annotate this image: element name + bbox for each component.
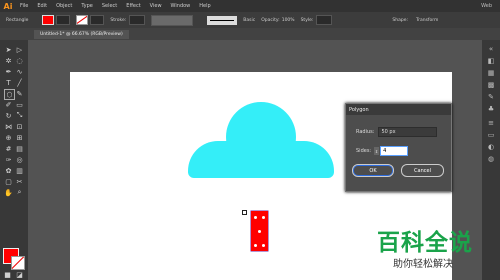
sides-label: Sides: xyxy=(356,148,372,154)
stroke-swatch[interactable] xyxy=(11,256,25,270)
sides-stepper[interactable]: ⇕ xyxy=(374,147,380,155)
polygon-dialog: Polygon Radius: 50 px Sides: ⇕ 4 OK Canc… xyxy=(345,103,452,192)
perspective-grid-icon[interactable]: ⊞ xyxy=(15,133,24,142)
stroke-style[interactable]: Basic xyxy=(243,18,255,23)
rotate-tool-icon[interactable]: ↻ xyxy=(4,111,13,120)
stroke-dropdown[interactable] xyxy=(90,15,105,25)
stroke-panel-icon[interactable]: ≡ xyxy=(486,118,496,127)
direct-selection-tool-icon[interactable]: ▷ xyxy=(15,45,24,54)
free-transform-icon[interactable]: ⊡ xyxy=(15,122,24,131)
menu-select[interactable]: Select xyxy=(102,3,117,9)
style-label: Style: xyxy=(300,17,314,23)
ok-button[interactable]: OK xyxy=(352,164,394,177)
menu-object[interactable]: Object xyxy=(56,3,72,9)
blend-tool-icon[interactable]: ◎ xyxy=(15,155,24,164)
menu-effect[interactable]: Effect xyxy=(126,3,140,9)
tool-name: Rectangle xyxy=(6,17,29,23)
graph-tool-icon[interactable]: ▥ xyxy=(15,166,24,175)
stroke-color-swatch[interactable] xyxy=(76,15,89,25)
transparency-panel-icon[interactable]: ◐ xyxy=(486,142,496,151)
slice-tool-icon[interactable]: ✂ xyxy=(15,177,24,186)
draw-mode-icon[interactable]: ◪ xyxy=(15,270,24,279)
radius-label: Radius: xyxy=(356,129,375,135)
stroke-weight-field[interactable] xyxy=(129,15,146,25)
stroke-label: Stroke: xyxy=(110,17,127,23)
anchor-point[interactable] xyxy=(254,244,257,247)
bounding-box-handle[interactable] xyxy=(242,210,247,215)
menu-type[interactable]: Type xyxy=(81,3,92,9)
selection-tool-icon[interactable]: ➤ xyxy=(4,45,13,54)
zoom-tool-icon[interactable]: ⌕ xyxy=(15,188,24,197)
hand-tool-icon[interactable]: ✋ xyxy=(4,188,13,197)
anchor-point[interactable] xyxy=(262,216,265,219)
fill-color-swatch[interactable] xyxy=(42,15,55,25)
document-tab-bar: Untitled-1* @ 66.67% (RGB/Preview) xyxy=(0,28,500,40)
shaper-tool-icon[interactable]: ✐ xyxy=(4,100,13,109)
watermark-logo-text: 百科全说 xyxy=(377,230,473,256)
brush-definition[interactable] xyxy=(207,15,238,25)
eraser-tool-icon[interactable]: ▭ xyxy=(15,100,24,109)
gradient-tool-icon[interactable]: ▤ xyxy=(15,144,24,153)
width-tool-icon[interactable]: ⋈ xyxy=(4,122,13,131)
symbols-panel-icon[interactable]: ♣ xyxy=(486,104,496,113)
radius-field[interactable]: 50 px xyxy=(378,127,438,137)
lasso-tool-icon[interactable]: ◌ xyxy=(15,56,24,65)
gradient-panel-icon[interactable]: ▭ xyxy=(486,130,496,139)
sides-field[interactable]: 4 xyxy=(380,146,409,156)
symbol-sprayer-icon[interactable]: ✿ xyxy=(4,166,13,175)
dialog-title: Polygon xyxy=(346,104,451,115)
workspace-switcher[interactable]: Web xyxy=(481,3,492,9)
cloud-shape-base[interactable] xyxy=(188,141,334,178)
swatches-panel-icon[interactable]: ▩ xyxy=(486,80,496,89)
pen-tool-icon[interactable]: ✒ xyxy=(4,67,13,76)
menu-help[interactable]: Help xyxy=(199,3,210,9)
scale-tool-icon[interactable]: ⤡ xyxy=(15,111,24,120)
tools-panel: ➤ ▷ ✲ ◌ ✒ ∿ T ╱ ⬡ ✎ ✐ ▭ ↻ ⤡ ⋈ ⊡ ⊕ ⊞ # ▤ … xyxy=(0,40,28,280)
menu-file[interactable]: File xyxy=(20,3,28,9)
anchor-point[interactable] xyxy=(262,244,265,247)
mesh-tool-icon[interactable]: # xyxy=(4,144,13,153)
right-panel-dock: « ◧ ▦ ▩ ✎ ♣ ≡ ▭ ◐ ◍ xyxy=(482,40,500,280)
center-point[interactable] xyxy=(258,230,261,233)
control-bar: Rectangle Stroke: Basic Opacity: 100% St… xyxy=(0,12,500,28)
curvature-tool-icon[interactable]: ∿ xyxy=(15,67,24,76)
menu-view[interactable]: View xyxy=(150,3,162,9)
color-panel-icon[interactable]: ◧ xyxy=(486,56,496,65)
opacity-value[interactable]: 100% xyxy=(282,18,295,23)
color-guide-icon[interactable]: ▦ xyxy=(486,68,496,77)
appearance-panel-icon[interactable]: ◍ xyxy=(486,154,496,163)
type-tool-icon[interactable]: T xyxy=(4,78,13,87)
color-mode-icon[interactable]: ■ xyxy=(3,270,12,279)
variable-width-profile[interactable] xyxy=(151,14,194,26)
document-tab[interactable]: Untitled-1* @ 66.67% (RGB/Preview) xyxy=(34,29,129,39)
paintbrush-tool-icon[interactable]: ✎ xyxy=(15,89,24,98)
menu-window[interactable]: Window xyxy=(171,3,191,9)
transform-label[interactable]: Transform xyxy=(416,18,438,23)
cancel-button[interactable]: Cancel xyxy=(401,164,444,177)
anchor-point[interactable] xyxy=(254,216,257,219)
app-logo: Ai xyxy=(3,1,13,11)
artboard-tool-icon[interactable]: ▢ xyxy=(4,177,13,186)
opacity-label: Opacity: xyxy=(261,17,280,23)
graphic-style-picker[interactable] xyxy=(316,15,333,25)
line-tool-icon[interactable]: ╱ xyxy=(15,78,24,87)
shape-builder-icon[interactable]: ⊕ xyxy=(4,133,13,142)
collapse-panel-icon[interactable]: « xyxy=(486,44,496,53)
polygon-tool-icon[interactable]: ⬡ xyxy=(4,89,15,100)
menu-edit[interactable]: Edit xyxy=(37,3,47,9)
menu-bar: Ai File Edit Object Type Select Effect V… xyxy=(0,0,500,12)
brushes-panel-icon[interactable]: ✎ xyxy=(486,92,496,101)
watermark-slogan: 助你轻松解决 xyxy=(393,259,453,270)
shape-label[interactable]: Shape: xyxy=(392,18,408,23)
fill-dropdown[interactable] xyxy=(56,15,71,25)
eyedropper-icon[interactable]: ✑ xyxy=(4,155,13,164)
magic-wand-icon[interactable]: ✲ xyxy=(4,56,13,65)
